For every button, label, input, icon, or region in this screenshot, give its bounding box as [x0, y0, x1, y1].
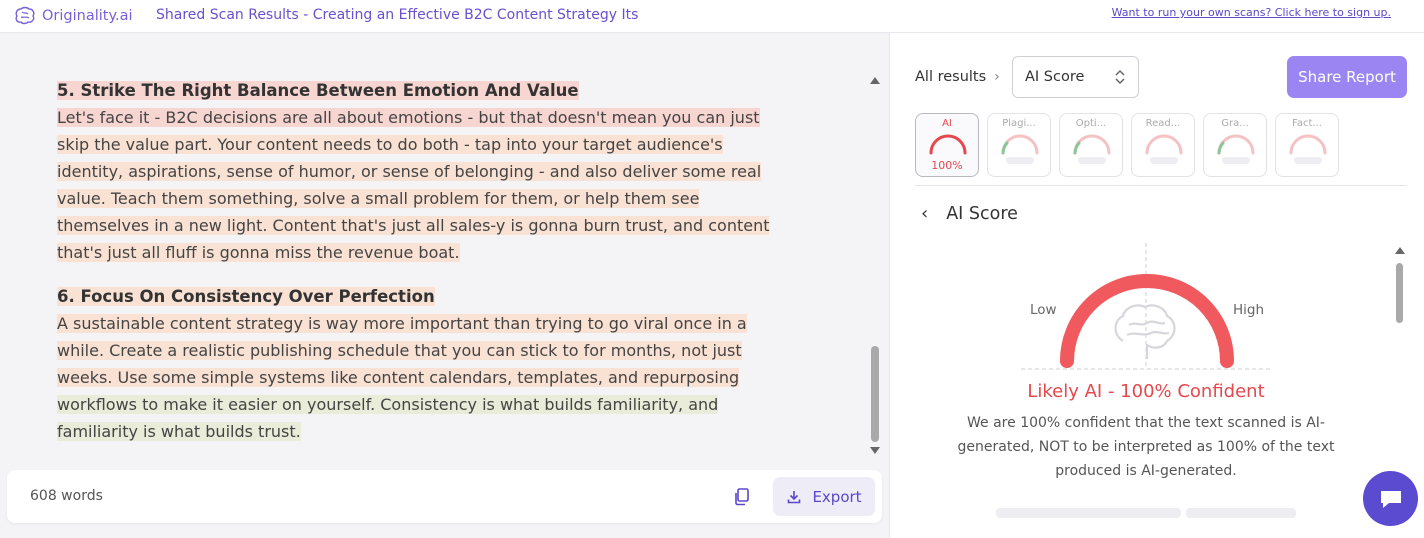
placeholder-pill	[1186, 508, 1296, 518]
download-icon	[788, 490, 801, 503]
text-line: workflows to make it easier on yourself.…	[57, 395, 719, 414]
tab-plagiarism[interactable]: Plagi...	[987, 113, 1051, 177]
word-count: 608 words	[30, 488, 103, 504]
tab-ai[interactable]: AI 100%	[915, 113, 979, 177]
section-title: AI Score	[946, 203, 1018, 224]
brain-icon	[1114, 304, 1176, 359]
divider	[915, 185, 1407, 186]
tab-label: AI	[942, 118, 952, 129]
mini-gauge-icon	[1217, 134, 1255, 155]
chat-button[interactable]	[1363, 471, 1418, 526]
document-panel: 5. Strike The Right Balance Between Emot…	[0, 33, 890, 538]
tab-optimization[interactable]: Opti...	[1059, 113, 1123, 177]
page-title: Shared Scan Results - Creating an Effect…	[156, 7, 639, 23]
all-results-link[interactable]: All results	[915, 69, 986, 85]
text-line: value. Teach them something, solve a sma…	[57, 189, 700, 208]
text-line: while. Create a realistic publishing sch…	[57, 341, 742, 360]
scroll-up-arrow-icon[interactable]	[1395, 247, 1405, 254]
tab-grammar[interactable]: Gra...	[1203, 113, 1267, 177]
document-footer: 608 words Export	[7, 470, 882, 523]
gauge-low-label: Low	[1030, 302, 1057, 318]
text-line: familiarity is what builds trust.	[57, 422, 301, 441]
blurred-value	[1294, 157, 1322, 164]
section-heading: 6. Focus On Consistency Over Perfection	[57, 287, 435, 306]
document-text: 5. Strike The Right Balance Between Emot…	[57, 77, 777, 462]
scroll-down-arrow-icon[interactable]	[870, 447, 880, 454]
result-type-select[interactable]: AI Score	[1012, 56, 1139, 98]
tab-label: Plagi...	[1002, 118, 1036, 129]
text-line: skip the value part. Your content needs …	[57, 135, 723, 154]
breadcrumb: All results ›	[915, 69, 1000, 85]
tab-fact-check[interactable]: Fact...	[1275, 113, 1339, 177]
mini-gauge-icon	[1001, 134, 1039, 155]
placeholder-pill	[996, 508, 1181, 518]
verdict-description: We are 100% confident that the text scan…	[957, 415, 1335, 479]
chevron-left-icon[interactable]: ‹	[921, 203, 928, 224]
text-line: weeks. Use some simple systems like cont…	[57, 368, 740, 387]
text-line: A sustainable content strategy is way mo…	[57, 314, 747, 333]
blurred-value	[1150, 157, 1178, 164]
blurred-value	[1078, 157, 1106, 164]
text-line: Let's face it - B2C decisions are all ab…	[57, 108, 760, 127]
copy-icon[interactable]	[731, 486, 753, 508]
tab-label: Opti...	[1075, 118, 1107, 129]
logo[interactable]: Originality.ai	[13, 6, 133, 26]
scrollbar-thumb[interactable]	[871, 346, 879, 442]
tab-label: Fact...	[1292, 118, 1322, 129]
mini-gauge-icon	[929, 134, 967, 155]
tab-readability[interactable]: Read...	[1131, 113, 1195, 177]
tab-label: Read...	[1145, 118, 1181, 129]
results-panel: All results › AI Score Share Report AI 1…	[891, 33, 1424, 538]
share-report-button[interactable]: Share Report	[1287, 56, 1407, 98]
text-line: themselves in a new light. Content that'…	[57, 216, 770, 235]
chevron-right-icon: ›	[994, 69, 1000, 85]
blurred-value	[1222, 157, 1250, 164]
mini-gauge-icon	[1073, 134, 1111, 155]
text-line: that's just all fluff is gonna miss the …	[57, 243, 460, 262]
result-tabs: AI 100% Plagi... Opti... Read... Gra... …	[915, 113, 1339, 177]
top-header: Originality.ai Shared Scan Results - Cre…	[0, 0, 1424, 33]
scrollbar-thumb[interactable]	[1396, 263, 1403, 323]
mini-gauge-icon	[1145, 134, 1183, 155]
logo-text: Originality.ai	[42, 8, 133, 24]
gauge-high-label: High	[1233, 302, 1265, 318]
section-6: 6. Focus On Consistency Over Perfection …	[57, 283, 777, 445]
tab-value: 100%	[931, 159, 963, 172]
signup-link[interactable]: Want to run your own scans? Click here t…	[1112, 6, 1391, 19]
chat-icon	[1380, 490, 1401, 508]
tab-label: Gra...	[1221, 118, 1249, 129]
scroll-up-arrow-icon[interactable]	[870, 77, 880, 84]
mini-gauge-icon	[1289, 134, 1327, 155]
text-line: identity, aspirations, sense of humor, o…	[57, 162, 762, 181]
up-down-icon	[1115, 69, 1125, 85]
section-heading: 5. Strike The Right Balance Between Emot…	[57, 81, 579, 100]
section-5: 5. Strike The Right Balance Between Emot…	[57, 77, 777, 266]
document-viewer[interactable]: 5. Strike The Right Balance Between Emot…	[0, 33, 870, 465]
score-header: ‹ AI Score	[921, 203, 1018, 224]
brain-logo-icon	[15, 6, 35, 25]
export-label: Export	[812, 487, 862, 506]
verdict-text: Likely AI - 100% Confident	[1027, 381, 1265, 402]
blurred-value	[1006, 157, 1034, 164]
export-button[interactable]: Export	[773, 477, 875, 516]
document-scrollbar[interactable]	[868, 77, 882, 493]
select-value: AI Score	[1025, 69, 1085, 85]
